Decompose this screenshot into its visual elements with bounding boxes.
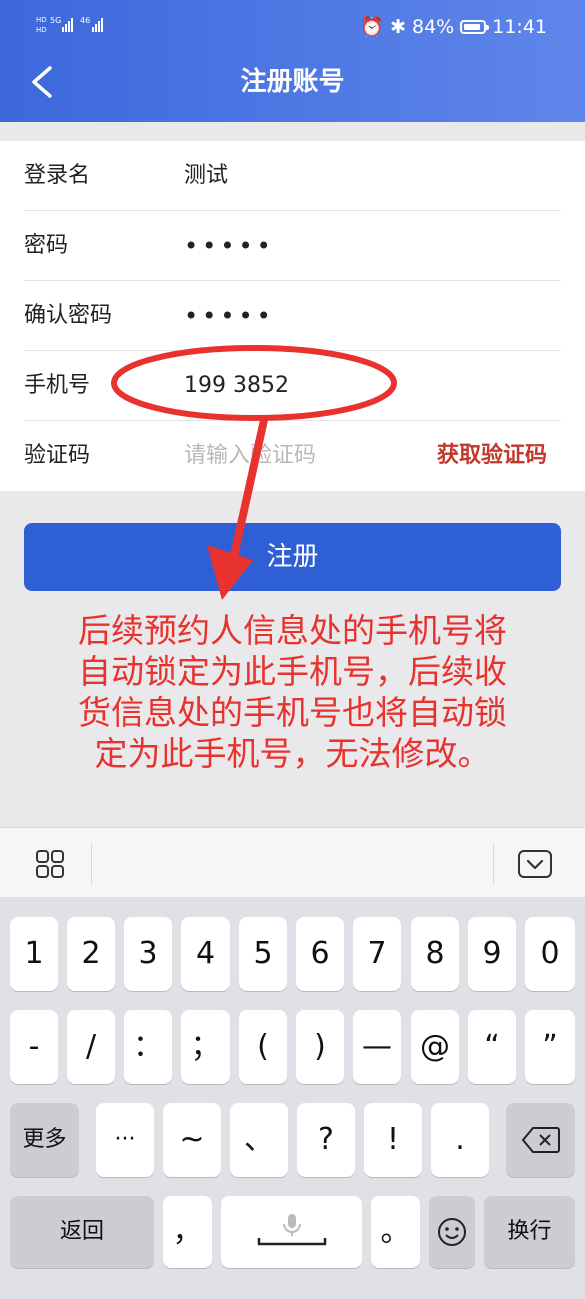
key-colon[interactable]: ： xyxy=(124,1010,172,1084)
key-2[interactable]: 2 xyxy=(67,917,115,991)
hide-keyboard-icon[interactable] xyxy=(518,850,552,882)
phone-highlight-ellipse xyxy=(111,345,397,421)
microphone-icon xyxy=(257,1214,326,1246)
annotation-line: 货信息处的手机号也将自动锁 xyxy=(78,693,507,732)
emoji-icon xyxy=(438,1218,466,1246)
key-ellipsis[interactable]: ··· xyxy=(96,1103,154,1177)
key-7[interactable]: 7 xyxy=(353,917,401,991)
backspace-key[interactable] xyxy=(506,1103,575,1177)
key-right-quote[interactable]: ” xyxy=(525,1010,575,1084)
keyboard-toolbar xyxy=(0,827,585,898)
key-at[interactable]: @ xyxy=(411,1010,459,1084)
key-0[interactable]: 0 xyxy=(525,917,575,991)
annotation-arrow-shaft xyxy=(230,416,268,560)
key-1[interactable]: 1 xyxy=(10,917,58,991)
enter-key[interactable]: 换行 xyxy=(484,1196,575,1268)
keyboard: 1 2 3 4 5 6 7 8 9 0 - / ： ； ( ) — @ “ ” … xyxy=(0,897,585,1299)
key-right-paren[interactable]: ) xyxy=(296,1010,344,1084)
key-6[interactable]: 6 xyxy=(296,917,344,991)
key-3[interactable]: 3 xyxy=(124,917,172,991)
key-5[interactable]: 5 xyxy=(239,917,287,991)
apps-grid-icon[interactable] xyxy=(36,850,64,882)
annotation-line: 定为此手机号，无法修改。 xyxy=(94,734,491,773)
key-8[interactable]: 8 xyxy=(411,917,459,991)
annotation-line: 自动锁定为此手机号，后续收 xyxy=(78,652,507,691)
key-4[interactable]: 4 xyxy=(181,917,230,991)
key-dash[interactable]: - xyxy=(10,1010,58,1084)
return-key[interactable]: 返回 xyxy=(10,1196,154,1268)
key-em-dash[interactable]: — xyxy=(353,1010,401,1084)
space-key[interactable] xyxy=(221,1196,362,1268)
backspace-icon xyxy=(521,1127,560,1153)
more-symbols-key[interactable]: 更多 xyxy=(10,1103,79,1177)
key-semicolon[interactable]: ； xyxy=(181,1010,230,1084)
key-tilde[interactable]: ~ xyxy=(163,1103,221,1177)
annotation-arrow-head xyxy=(207,545,253,600)
key-fullwidth-period[interactable]: 。 xyxy=(371,1196,420,1268)
emoji-key[interactable] xyxy=(429,1196,475,1268)
key-period[interactable]: . xyxy=(431,1103,489,1177)
key-enumeration-comma[interactable]: 、 xyxy=(230,1103,288,1177)
key-exclamation[interactable]: ! xyxy=(364,1103,422,1177)
key-fullwidth-comma[interactable]: ， xyxy=(163,1196,212,1268)
key-slash[interactable]: / xyxy=(67,1010,115,1084)
annotation-text: 后续预约人信息处的手机号将 自动锁定为此手机号，后续收 货信息处的手机号也将自动… xyxy=(20,610,565,774)
annotation-line: 后续预约人信息处的手机号将 xyxy=(78,611,507,650)
key-left-quote[interactable]: “ xyxy=(468,1010,516,1084)
key-9[interactable]: 9 xyxy=(468,917,516,991)
key-question[interactable]: ? xyxy=(297,1103,355,1177)
key-left-paren[interactable]: ( xyxy=(239,1010,287,1084)
